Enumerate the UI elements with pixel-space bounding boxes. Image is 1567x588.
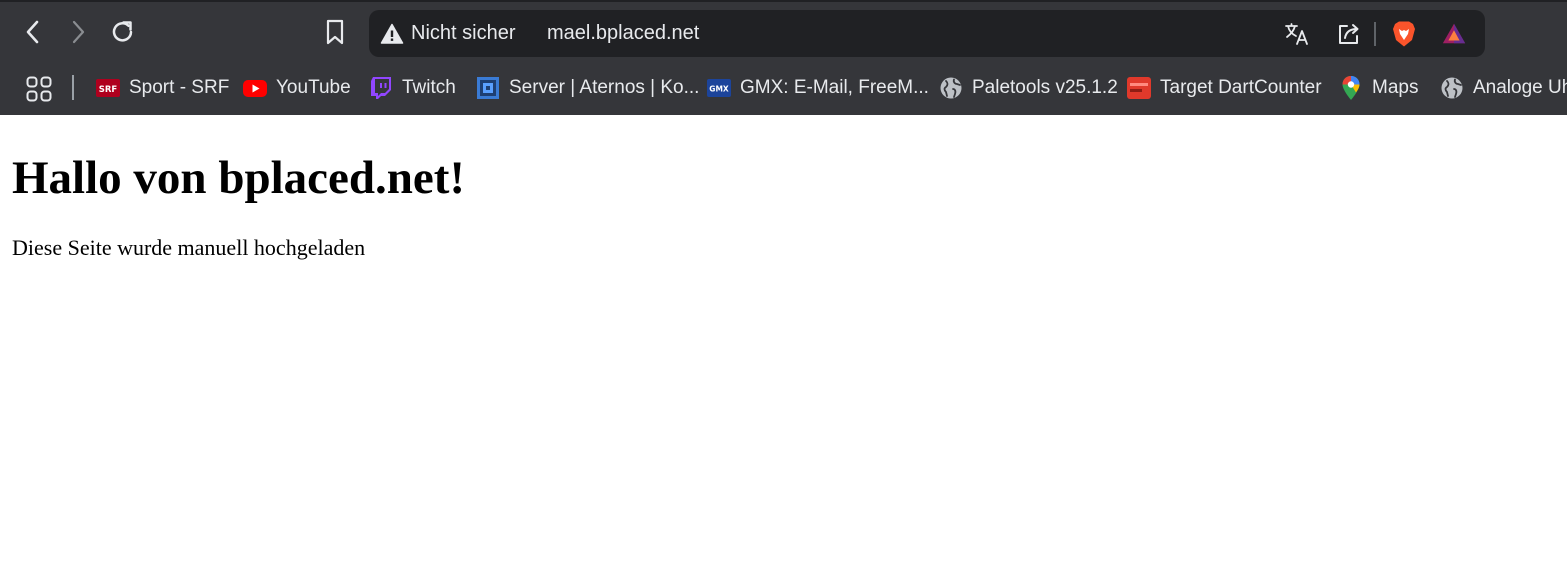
bookmark-label: Twitch xyxy=(402,77,456,98)
youtube-icon xyxy=(243,76,267,100)
bookmarks-bar: SRF Sport - SRF YouTube Twitch Server | … xyxy=(0,62,1567,115)
bookmark-label: Target DartCounter xyxy=(1160,77,1322,98)
gmx-icon: GMX xyxy=(707,76,731,100)
globe-icon xyxy=(1440,76,1464,100)
bookmark-item[interactable]: Target DartCounter xyxy=(1127,74,1322,102)
bookmark-label: Analoge Uhr xyxy=(1473,77,1567,98)
forward-button[interactable] xyxy=(60,14,96,50)
bookmark-label: Sport - SRF xyxy=(129,77,230,98)
bookmark-item[interactable]: SRF Sport - SRF xyxy=(96,74,229,102)
bookmark-item[interactable]: Maps xyxy=(1339,74,1418,102)
bookmarks-divider xyxy=(72,75,74,100)
aternos-icon xyxy=(476,76,500,100)
brave-shields-icon[interactable] xyxy=(1391,21,1417,47)
bookmark-label: Maps xyxy=(1372,77,1419,98)
address-bar[interactable]: Nicht sicher mael.bplaced.net xyxy=(369,10,1485,57)
bookmark-label: Paletools v25.1.2 xyxy=(972,77,1118,98)
apps-grid-icon xyxy=(26,76,52,102)
bookmark-item[interactable]: Paletools v25.1.2 xyxy=(939,74,1118,102)
security-status-label[interactable]: Nicht sicher xyxy=(411,10,515,57)
srf-icon: SRF xyxy=(96,76,120,100)
svg-text:SRF: SRF xyxy=(99,85,118,95)
address-bar-divider xyxy=(1374,22,1376,46)
bookmark-item[interactable]: GMX GMX: E-Mail, FreeM... xyxy=(707,74,929,102)
bookmark-icon xyxy=(326,19,344,45)
url-text[interactable]: mael.bplaced.net xyxy=(547,10,699,57)
page-paragraph: Diese Seite wurde manuell hochgeladen xyxy=(12,235,366,260)
chevron-left-icon xyxy=(26,20,39,44)
bookmark-label: GMX: E-Mail, FreeM... xyxy=(740,77,929,98)
bookmark-item[interactable]: YouTube xyxy=(243,74,351,102)
bookmark-item[interactable]: Analoge Uhr xyxy=(1440,74,1567,102)
browser-chrome: Nicht sicher mael.bplaced.net SRF Sport … xyxy=(0,0,1567,115)
globe-icon xyxy=(939,76,963,100)
translate-icon[interactable] xyxy=(1284,21,1310,47)
bookmark-item[interactable]: Server | Aternos | Ko... xyxy=(476,74,699,102)
svg-text:GMX: GMX xyxy=(709,85,729,94)
apps-button[interactable] xyxy=(22,72,56,106)
page-content: Hallo von bplaced.net! Diese Seite wurde… xyxy=(0,115,1567,588)
maps-pin-icon xyxy=(1339,76,1363,100)
warning-triangle-icon[interactable] xyxy=(379,21,405,47)
share-icon[interactable] xyxy=(1336,21,1362,47)
reload-icon xyxy=(112,21,133,42)
bookmark-page-button[interactable] xyxy=(317,14,353,50)
dartcounter-icon xyxy=(1127,76,1151,100)
page-heading: Hallo von bplaced.net! xyxy=(12,152,466,204)
reload-button[interactable] xyxy=(105,14,141,50)
back-button[interactable] xyxy=(15,14,51,50)
bookmark-item[interactable]: Twitch xyxy=(369,74,456,102)
brave-rewards-icon[interactable] xyxy=(1441,21,1467,47)
bookmark-label: Server | Aternos | Ko... xyxy=(509,77,700,98)
twitch-icon xyxy=(369,76,393,100)
chevron-right-icon xyxy=(72,20,85,44)
browser-toolbar: Nicht sicher mael.bplaced.net xyxy=(0,4,1567,62)
bookmark-label: YouTube xyxy=(276,77,351,98)
